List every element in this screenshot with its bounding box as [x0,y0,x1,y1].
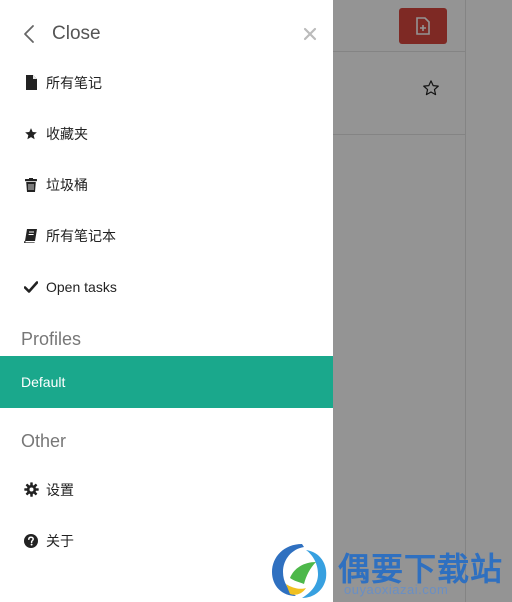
watermark-url: ouyaoxiazai.com [344,582,449,597]
menu-item-label: 所有笔记 [46,74,102,91]
profile-item-default[interactable]: Default [0,356,333,408]
menu-item-label: 收藏夹 [46,125,88,142]
close-label: Close [52,23,101,44]
trash-icon [23,177,39,193]
close-drawer-button[interactable]: Close [20,18,101,50]
site-watermark: 偶要下载站 ouyaoxiazai.com [266,538,512,602]
menu-item-settings[interactable]: 设置 [0,464,333,515]
check-icon [23,279,39,295]
chevron-left-icon [24,25,34,43]
document-icon [23,75,39,91]
menu-item-trash[interactable]: 垃圾桶 [0,159,333,210]
menu-item-label: 设置 [46,481,74,498]
menu-item-label: Open tasks [46,278,117,295]
menu-item-all-notes[interactable]: 所有笔记 [0,57,333,108]
other-section-title: Other [21,431,67,451]
profile-item-label: Default [21,374,66,390]
menu-item-label: 垃圾桶 [46,176,88,193]
menu-item-favorites[interactable]: 收藏夹 [0,108,333,159]
gear-icon [23,482,39,498]
watermark-logo [272,544,327,598]
close-icon[interactable] [302,26,318,42]
question-icon [23,533,39,549]
menu-item-label: 所有笔记本 [46,227,116,244]
notebook-icon [23,228,39,244]
star-icon [23,126,39,142]
side-drawer: Close 所有笔记 收藏夹 垃圾桶 所有笔记本 Open tasks Prof… [0,0,333,602]
menu-item-label: 关于 [46,532,74,549]
menu-item-all-notebooks[interactable]: 所有笔记本 [0,210,333,261]
menu-item-open-tasks[interactable]: Open tasks [0,261,333,312]
profiles-section-title: Profiles [21,329,82,349]
